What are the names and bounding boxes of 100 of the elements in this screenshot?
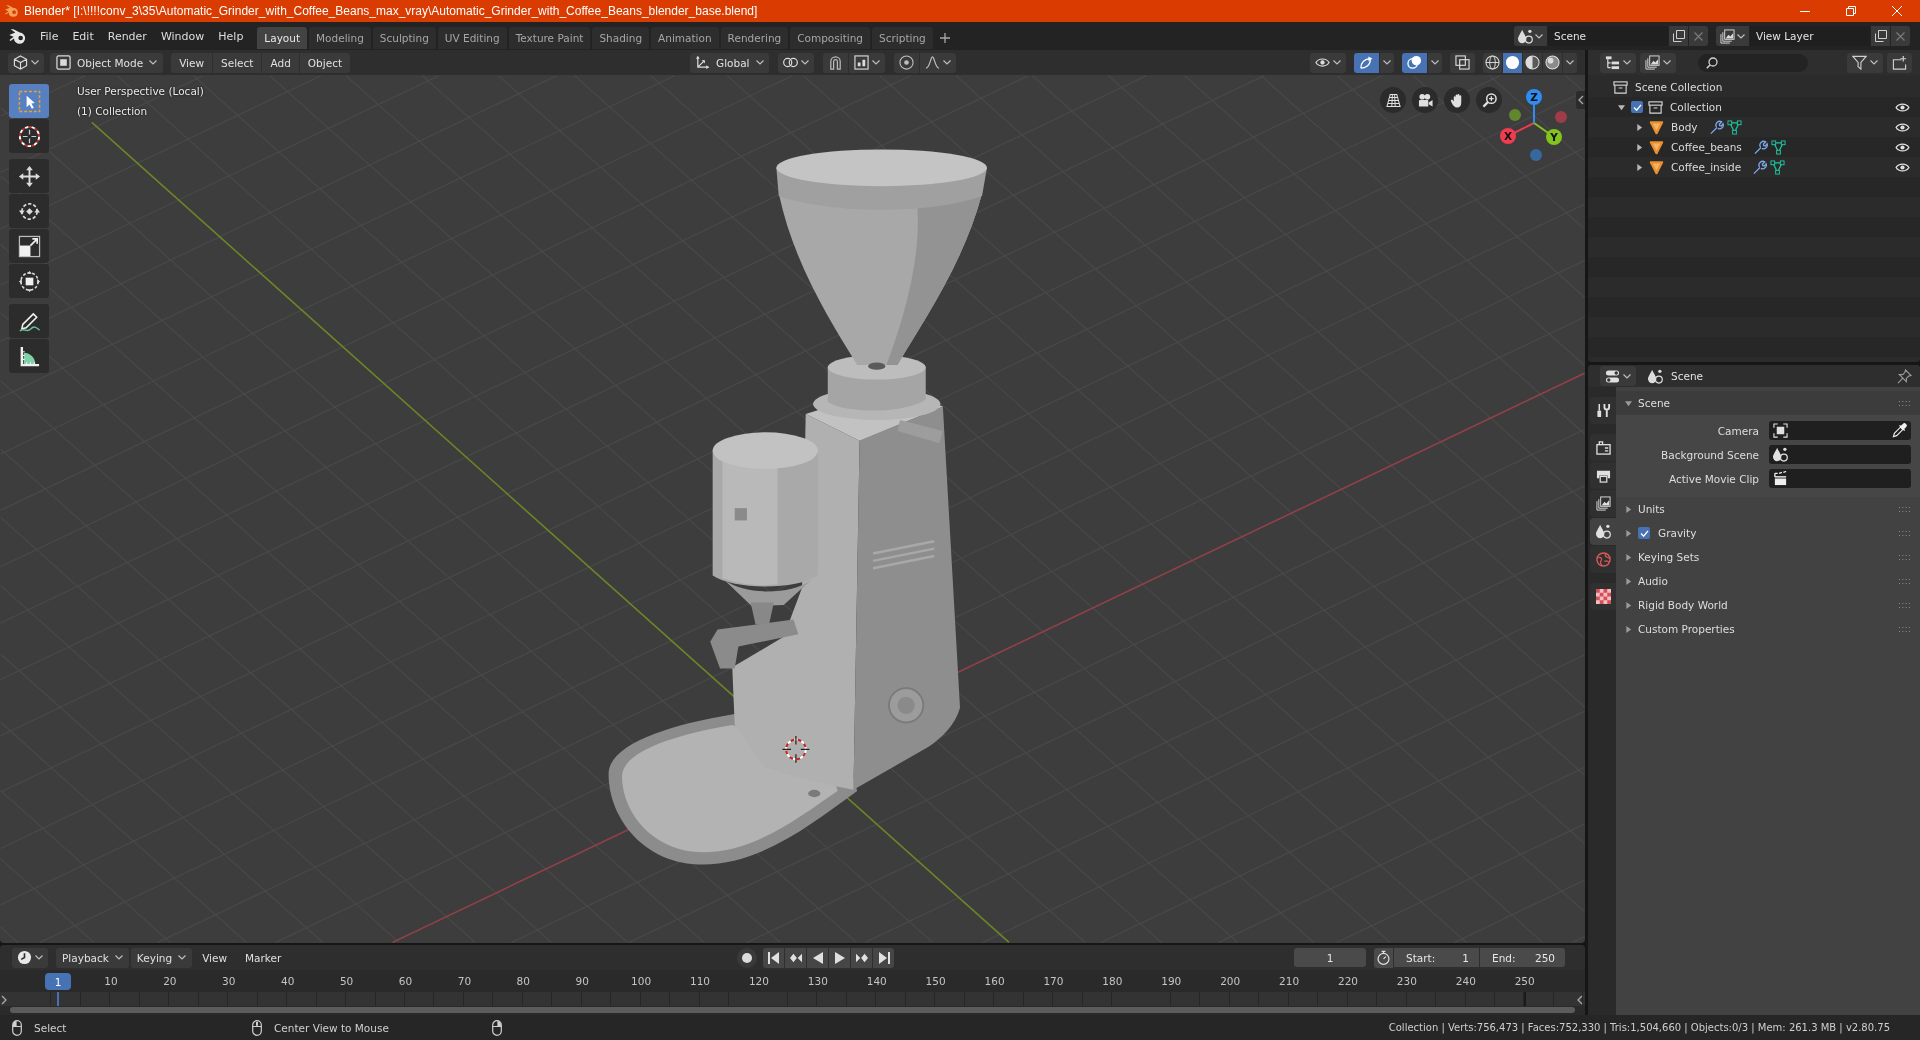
camera-field[interactable] [1769, 421, 1911, 440]
view-layer-name-field[interactable]: View Layer [1750, 26, 1870, 46]
panel-title[interactable]: Custom Properties [1638, 623, 1735, 635]
panel-title[interactable]: Audio [1638, 575, 1668, 587]
eye-icon[interactable] [1895, 141, 1910, 153]
menu-item[interactable]: View [171, 52, 213, 73]
current-frame-field[interactable]: 1 [1294, 948, 1366, 967]
menu-item[interactable]: Render [100, 26, 154, 46]
xray-toggle-button[interactable] [1450, 52, 1475, 73]
playhead-frame-label[interactable]: 1 [45, 973, 71, 990]
drag-handle-icon[interactable] [1899, 554, 1910, 560]
mode-dropdown[interactable]: Object Mode [50, 52, 164, 73]
workspace-tab[interactable]: Shading [592, 27, 650, 49]
workspace-tab[interactable]: Layout [257, 27, 308, 49]
blender-logo-icon[interactable] [9, 28, 27, 44]
orientation-dropdown[interactable]: Global [690, 52, 769, 73]
next-keyframe-button[interactable] [851, 947, 873, 968]
eye-icon[interactable] [1895, 101, 1910, 113]
negative-axis-dot-icon[interactable] [1530, 149, 1542, 161]
expand-arrow-icon[interactable] [1635, 163, 1643, 171]
eye-icon[interactable] [1895, 161, 1910, 173]
overlays-toggle-button[interactable] [1402, 52, 1427, 73]
workspace-tab[interactable]: Scripting [872, 27, 933, 49]
expand-arrow-icon[interactable] [1625, 553, 1632, 561]
collapse-arrow-icon[interactable] [1617, 103, 1625, 111]
drag-handle-icon[interactable] [1899, 400, 1910, 406]
scene-field[interactable] [1769, 445, 1911, 464]
scrollbar[interactable] [10, 1007, 1575, 1013]
scene-type-button[interactable] [1514, 26, 1547, 46]
shading-mode-button[interactable] [1543, 52, 1562, 73]
negative-axis-dot-icon[interactable] [1509, 109, 1521, 121]
expand-arrow-icon[interactable] [1625, 601, 1632, 609]
scene-name-field[interactable]: Scene [1548, 26, 1668, 46]
outliner-item[interactable]: Body [1671, 121, 1698, 133]
panel-title[interactable]: Keying Sets [1638, 551, 1700, 563]
drag-handle-icon[interactable] [1899, 626, 1910, 632]
expand-region-button[interactable] [0, 993, 8, 1007]
checkbox[interactable] [1638, 527, 1650, 539]
menu-item[interactable]: Marker [237, 947, 290, 968]
preview-range-button[interactable] [1374, 947, 1393, 968]
outliner-item[interactable]: Coffee_inside [1671, 161, 1742, 173]
new-scene-button[interactable] [1669, 26, 1688, 46]
visibility-dropdown[interactable] [1310, 52, 1346, 73]
properties-tab[interactable] [1590, 434, 1616, 461]
mesh-icon[interactable] [1770, 159, 1786, 175]
drag-handle-icon[interactable] [1899, 506, 1910, 512]
options-dropdown[interactable] [1380, 52, 1394, 73]
search-field[interactable] [1698, 53, 1808, 72]
frame-end-field[interactable]: End: 250 [1480, 948, 1565, 967]
tool-button[interactable] [9, 194, 49, 228]
panel-title[interactable]: Rigid Body World [1638, 599, 1728, 611]
properties-tab[interactable] [1590, 518, 1616, 545]
workspace-tab[interactable]: Texture Paint [508, 27, 591, 49]
checkbox[interactable] [1631, 101, 1643, 113]
properties-tab[interactable] [1590, 462, 1616, 489]
outliner-item[interactable]: Collection [1670, 101, 1722, 113]
display-mode-dropdown[interactable] [1600, 52, 1636, 73]
menu-item[interactable]: File [33, 26, 66, 46]
tool-button[interactable] [9, 159, 49, 193]
eyedropper-icon[interactable] [1892, 423, 1907, 438]
view-layer-dropdown[interactable] [1640, 52, 1676, 73]
view-layer-type-button[interactable] [1716, 26, 1749, 46]
frame-start-field[interactable]: Start: 1 [1394, 948, 1479, 967]
expand-arrow-icon[interactable] [1635, 123, 1643, 131]
expand-arrow-icon[interactable] [1625, 505, 1632, 513]
snap-target-dropdown[interactable] [848, 52, 885, 73]
movie-clip-field[interactable] [1769, 469, 1911, 488]
outliner-item[interactable]: Coffee_beans [1671, 141, 1742, 153]
snap-toggle-button[interactable] [822, 52, 848, 73]
wrench-icon[interactable] [1752, 159, 1768, 175]
tool-button[interactable] [9, 264, 49, 298]
workspace-tab[interactable]: Animation [651, 27, 719, 49]
gizmos-toggle-button[interactable] [1354, 52, 1379, 73]
options-dropdown[interactable] [1428, 52, 1442, 73]
menu-item[interactable]: Add [262, 52, 299, 73]
wrench-icon[interactable] [1708, 119, 1724, 135]
menu-item[interactable]: Keying [130, 947, 193, 968]
menu-item[interactable]: Edit [65, 26, 101, 46]
workspace-tab[interactable]: Sculpting [372, 27, 436, 49]
menu-item[interactable]: Playback [56, 947, 129, 968]
jump-to-end-button[interactable] [873, 947, 895, 968]
pan-view-button[interactable] [1444, 87, 1470, 113]
mesh-icon[interactable] [1726, 119, 1742, 135]
shading-mode-button[interactable] [1483, 52, 1502, 73]
menu-item[interactable]: Help [211, 26, 251, 46]
perspective-toggle-button[interactable] [1380, 87, 1406, 113]
panel-title[interactable]: Units [1638, 503, 1665, 515]
expand-arrow-icon[interactable] [1625, 529, 1632, 537]
workspace-tab[interactable]: Rendering [720, 27, 789, 49]
filter-dropdown[interactable] [1847, 52, 1883, 73]
shading-mode-button[interactable] [1503, 52, 1522, 73]
properties-tab[interactable] [1590, 397, 1616, 424]
drag-handle-icon[interactable] [1899, 530, 1910, 536]
editor-type-button[interactable] [1600, 366, 1636, 386]
camera-view-button[interactable] [1412, 87, 1438, 113]
menu-item[interactable]: Window [153, 26, 212, 46]
tool-button[interactable] [9, 229, 49, 263]
editor-type-button[interactable] [8, 52, 44, 73]
workspace-tab[interactable]: Compositing [790, 27, 871, 49]
new-collection-button[interactable] [1887, 52, 1912, 73]
